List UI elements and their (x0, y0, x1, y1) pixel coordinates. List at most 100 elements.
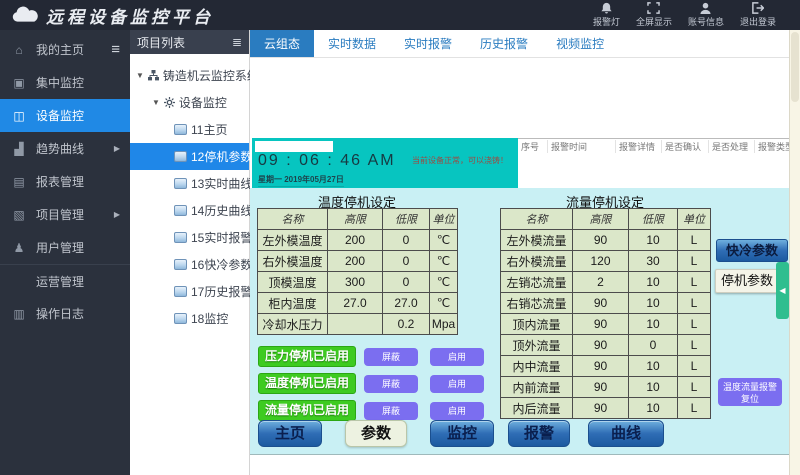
cell-unit: L (678, 335, 711, 356)
sidebar-item-home[interactable]: ⌂ 我的主页 ≡ (0, 33, 130, 66)
cloud-logo-icon (10, 6, 40, 24)
account-button[interactable]: 账号信息 (688, 2, 724, 28)
cell-low: 10 (629, 272, 678, 293)
monitor-icon: ▣ (12, 76, 26, 90)
cell-unit: ℃ (430, 251, 458, 272)
cell-name: 内前流量 (501, 377, 573, 398)
tab-realtime-alarm[interactable]: 实时报警 (390, 30, 466, 57)
picture-icon (174, 286, 187, 297)
sidebar-item-report-mgmt[interactable]: ▤ 报表管理 (0, 165, 130, 198)
table-row: 冷却水压力 0.2 Mpa (258, 314, 458, 335)
shutdown-params-button[interactable]: 停机参数 (715, 269, 779, 293)
alarm-light-button[interactable]: 报警灯 (593, 2, 620, 28)
list-icon[interactable]: ≣ (232, 35, 242, 49)
cell-low: 10 (629, 377, 678, 398)
tab-cloud-config[interactable]: 云组态 (250, 30, 314, 57)
col-unit: 单位 (678, 209, 711, 230)
alarm-light-label: 报警灯 (593, 15, 620, 28)
cell-high: 90 (573, 293, 629, 314)
col-high: 高限 (573, 209, 629, 230)
tree-item-15[interactable]: 15实时报警 (130, 224, 249, 251)
col-name: 名称 (258, 209, 328, 230)
sidebar-item-operation-log[interactable]: ▥ 操作日志 (0, 297, 130, 330)
cell-unit: Mpa (430, 314, 458, 335)
tree-root-node[interactable]: ▼ 铸造机云监控系统 (130, 62, 249, 89)
app-title: 远程设备监控平台 (46, 3, 214, 28)
tab-history-alarm[interactable]: 历史报警 (466, 30, 542, 57)
cell-low: 0.2 (383, 314, 430, 335)
quick-cool-params-button[interactable]: 快冷参数 (716, 239, 788, 262)
tree-item-18[interactable]: 18监控 (130, 305, 249, 332)
sidebar-item-device-monitor[interactable]: ◫ 设备监控 (0, 99, 130, 132)
arrow-right-icon: ▶ (114, 144, 120, 153)
flow-shutdown-table: 名称 高限 低限 单位 左外模流量 90 10 L 右外模流量 120 30 L… (500, 208, 711, 419)
tree-item-14[interactable]: 14历史曲线 (130, 197, 249, 224)
flow-shutdown-status[interactable]: 流量停机已启用 (258, 400, 356, 421)
cell-unit: L (678, 314, 711, 335)
picture-icon (174, 205, 187, 216)
pressure-enable-button[interactable]: 启用 (430, 348, 484, 366)
tab-realtime-data[interactable]: 实时数据 (314, 30, 390, 57)
project-panel-title: 项目列表 (137, 34, 185, 51)
cell-high: 200 (328, 230, 383, 251)
logout-button[interactable]: 退出登录 (740, 2, 776, 28)
vertical-scrollbar[interactable] (789, 30, 800, 475)
table-row: 内前流量 90 10 L (501, 377, 711, 398)
temp-flow-alarm-reset-button[interactable]: 温度流量报警 复位 (718, 378, 782, 406)
picture-icon (174, 151, 187, 162)
cell-name: 顶外流量 (501, 335, 573, 356)
cell-name: 右销芯流量 (501, 293, 573, 314)
temperature-enable-button[interactable]: 启用 (430, 375, 484, 393)
sidebar-item-operation-mgmt[interactable]: 运营管理 (0, 264, 130, 297)
flow-mask-button[interactable]: 屏蔽 (364, 402, 418, 420)
tree-item-label: 16快冷参数 (191, 256, 252, 273)
nav-monitor-button[interactable]: 监控 (430, 420, 494, 447)
scrollbar-thumb[interactable] (791, 32, 799, 102)
alarm-col-detail: 报警详情 (616, 140, 662, 153)
fullscreen-button[interactable]: 全屏显示 (636, 2, 672, 28)
tree-item-11[interactable]: 11主页 (130, 116, 249, 143)
alarm-list: 序号 报警时间 报警详情 是否确认 是否处理 报警类型 (518, 138, 789, 188)
clock-date: 星期一 2019年05月27日 (258, 174, 344, 187)
sidebar-item-project-mgmt[interactable]: ▧ 项目管理 ▶ (0, 198, 130, 231)
temperature-shutdown-status[interactable]: 温度停机已启用 (258, 373, 356, 394)
panel-collapse-handle[interactable]: ◀ (776, 262, 789, 319)
tree-item-16[interactable]: 16快冷参数 (130, 251, 249, 278)
nav-home-button[interactable]: 主页 (258, 420, 322, 447)
temperature-mask-button[interactable]: 屏蔽 (364, 375, 418, 393)
tree-item-12-selected[interactable]: 12停机参数 (130, 143, 249, 170)
tree-item-label: 17历史报警 (191, 283, 252, 300)
collapse-menu-icon[interactable]: ≡ (111, 41, 120, 58)
tree-item-label: 14历史曲线 (191, 202, 252, 219)
table-row: 左外模流量 90 10 L (501, 230, 711, 251)
pressure-shutdown-status[interactable]: 压力停机已启用 (258, 346, 356, 367)
caret-down-icon[interactable]: ▼ (136, 71, 144, 80)
pressure-mask-button[interactable]: 屏蔽 (364, 348, 418, 366)
cell-low: 0 (629, 335, 678, 356)
tree-item-17[interactable]: 17历史报警 (130, 278, 249, 305)
flow-enable-button[interactable]: 启用 (430, 402, 484, 420)
gear-icon (164, 97, 175, 108)
sidebar-item-user-mgmt[interactable]: ♟ 用户管理 (0, 231, 130, 264)
table-row: 内中流量 90 10 L (501, 356, 711, 377)
tree-item-13[interactable]: 13实时曲线 (130, 170, 249, 197)
nav-alarm-button[interactable]: 报警 (508, 420, 570, 447)
table-row: 右外模温度 200 0 ℃ (258, 251, 458, 272)
tab-video-monitor[interactable]: 视频监控 (542, 30, 618, 57)
hmi-area: 温度停机设定 名称 高限 低限 单位 左外模温度 200 0 ℃ 右外模温度 2… (250, 188, 789, 455)
table-row: 右外模流量 120 30 L (501, 251, 711, 272)
sidebar-item-label: 报表管理 (36, 173, 84, 190)
table-header-row: 名称 高限 低限 单位 (501, 209, 711, 230)
sidebar-item-trend-curve[interactable]: ▟ 趋势曲线 ▶ (0, 132, 130, 165)
alarm-bell-icon (600, 2, 613, 14)
masked-label-area (255, 141, 333, 152)
cell-low: 0 (383, 230, 430, 251)
nav-curve-button[interactable]: 曲线 (588, 420, 664, 447)
tree-group-node[interactable]: ▼ 设备监控 (130, 89, 249, 116)
cell-unit: ℃ (430, 272, 458, 293)
sidebar-item-label: 操作日志 (36, 305, 84, 322)
cell-high (328, 314, 383, 335)
sidebar-item-central-monitor[interactable]: ▣ 集中监控 (0, 66, 130, 99)
nav-params-button[interactable]: 参数 (345, 420, 407, 447)
caret-down-icon[interactable]: ▼ (152, 98, 160, 107)
